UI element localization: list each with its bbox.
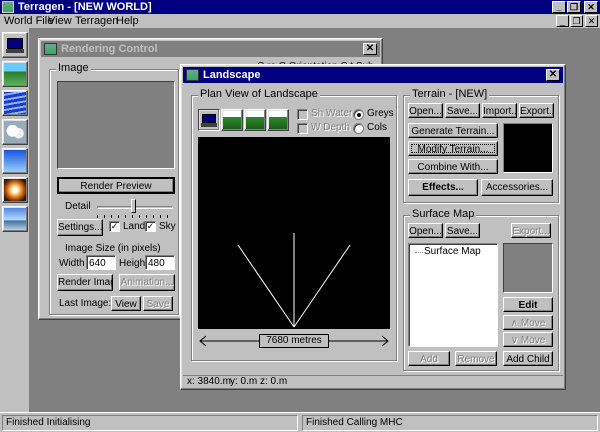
land-label: Land xyxy=(123,221,146,232)
surface-map-group-title: Surface Map xyxy=(410,208,477,220)
sky-checkbox[interactable]: ✓ xyxy=(145,221,156,232)
terrain-import-button[interactable]: Import... xyxy=(482,103,517,118)
sky-gradient-icon[interactable] xyxy=(2,148,28,174)
rendering-control-icon xyxy=(44,43,57,55)
surface-export-button[interactable]: Export... xyxy=(511,223,551,238)
mdi-minimize-button[interactable]: _ xyxy=(556,15,569,27)
status-z: z: 0.m xyxy=(260,376,288,387)
landscape-view-icon[interactable] xyxy=(2,32,28,58)
app-title-bar: Terragen - [NEW WORLD] _ ❐ ✕ xyxy=(0,0,600,14)
render-preview-icon[interactable] xyxy=(2,206,28,232)
plan-view-canvas[interactable] xyxy=(198,137,390,329)
app-title: Terragen - [NEW WORLD] xyxy=(18,1,152,13)
add-child-button[interactable]: Add Child xyxy=(503,351,553,366)
width-input[interactable]: 640 xyxy=(86,255,116,270)
plan-view-icon[interactable] xyxy=(198,109,220,131)
image-preview xyxy=(57,81,175,169)
view-last-image-button[interactable]: View xyxy=(111,296,141,311)
land-checkbox[interactable]: ✓ xyxy=(109,221,120,232)
shaded-view-2-icon[interactable] xyxy=(244,109,266,131)
sh-water-label: Sh Water xyxy=(311,108,353,119)
landscape-close-button[interactable]: ✕ xyxy=(546,69,560,81)
rendering-control-close-button[interactable]: ✕ xyxy=(363,43,377,55)
surface-open-button[interactable]: Open... xyxy=(408,223,443,238)
combine-with-button[interactable]: Combine With... xyxy=(408,159,498,174)
surface-save-button[interactable]: Save... xyxy=(445,223,480,238)
rendering-control-title: Rendering Control xyxy=(61,43,158,55)
cols-label: Cols xyxy=(367,122,388,133)
detail-slider-thumb[interactable] xyxy=(131,199,136,213)
cols-radio[interactable] xyxy=(353,123,364,134)
menu-terragen[interactable]: Terragen xyxy=(75,14,118,28)
sky-label: Sky xyxy=(159,221,176,232)
plan-view-group-title: Plan View of Landscape xyxy=(198,88,320,100)
terrain-group-title: Terrain - [NEW] xyxy=(410,88,490,100)
rendering-control-title-bar: Rendering Control ✕ xyxy=(41,41,380,57)
shaded-view-1-icon[interactable] xyxy=(221,109,243,131)
detail-slider-ticks xyxy=(97,215,173,218)
landscape-status-bar: x: 3840.m y: 0.m z: 0.m xyxy=(183,375,563,388)
menu-help[interactable]: Help xyxy=(116,14,139,28)
status-y: y: 0.m xyxy=(230,376,258,387)
mdi-restore-button[interactable]: ❐ xyxy=(570,15,583,27)
render-preview-button[interactable]: Render Preview xyxy=(57,177,175,194)
height-label: Height xyxy=(119,258,148,269)
accessories-button[interactable]: Accessories... xyxy=(481,179,553,196)
greys-label: Greys xyxy=(367,108,394,119)
status-right: Finished Calling MHC xyxy=(302,415,598,431)
settings-button[interactable]: Settings... xyxy=(57,219,103,236)
landscape-window-icon xyxy=(186,69,199,81)
landscape-title: Landscape xyxy=(203,69,261,81)
width-label: Width xyxy=(59,258,85,269)
effects-button[interactable]: Effects... xyxy=(408,179,478,196)
animation-button[interactable]: Animation... xyxy=(119,274,175,291)
menu-bar: World File View Terragen Help _ ❐ ✕ xyxy=(0,14,600,28)
sh-water-checkbox[interactable] xyxy=(297,109,308,120)
landscape-window: Landscape ✕ Plan View of Landscape Sh Wa… xyxy=(180,64,566,390)
surface-remove-button[interactable]: Remove xyxy=(455,351,497,366)
terrain-mountains-icon[interactable] xyxy=(2,61,28,87)
mdi-close-button[interactable]: ✕ xyxy=(585,15,598,27)
app-icon xyxy=(2,1,14,13)
left-toolbar xyxy=(0,28,30,412)
scale-label: 7680 metres xyxy=(259,334,329,348)
terrain-open-button[interactable]: Open... xyxy=(408,103,443,118)
clouds-icon[interactable] xyxy=(2,119,28,145)
sun-icon[interactable] xyxy=(2,177,28,203)
menu-world-file[interactable]: World File xyxy=(4,14,53,28)
move-down-button[interactable]: ∨ Move xyxy=(503,332,553,347)
minimize-button[interactable]: _ xyxy=(552,1,566,13)
tree-connector xyxy=(415,252,423,253)
w-depth-label: W Depth xyxy=(311,122,350,133)
shaded-view-3-icon[interactable] xyxy=(267,109,289,131)
move-up-button[interactable]: ∧ Move xyxy=(503,315,553,330)
modify-terrain-button[interactable]: Modify Terrain... xyxy=(408,141,498,156)
landscape-title-bar: Landscape ✕ xyxy=(183,67,563,83)
save-last-image-button[interactable]: Save xyxy=(143,296,173,311)
surface-tree[interactable]: Surface Map xyxy=(408,243,498,347)
surface-edit-button[interactable]: Edit xyxy=(503,297,553,312)
status-x: x: 3840.m xyxy=(187,376,231,387)
height-input[interactable]: 480 xyxy=(145,255,175,270)
main-status-bar: Finished Initialising Finished Calling M… xyxy=(0,412,600,432)
generate-terrain-button[interactable]: Generate Terrain... xyxy=(408,123,498,138)
terrain-export-button[interactable]: Export... xyxy=(519,103,554,118)
greys-radio[interactable] xyxy=(353,109,364,120)
detail-label: Detail xyxy=(65,201,91,212)
menu-view[interactable]: View xyxy=(48,14,72,28)
status-left: Finished Initialising xyxy=(2,415,298,431)
tree-item-surface-map[interactable]: Surface Map xyxy=(424,246,481,257)
image-group-title: Image xyxy=(56,62,91,74)
image-size-label: Image Size (in pixels) xyxy=(65,243,161,254)
surface-preview xyxy=(503,243,553,293)
close-button[interactable]: ✕ xyxy=(584,1,598,13)
terrain-preview xyxy=(503,123,553,173)
w-depth-checkbox[interactable] xyxy=(297,123,308,134)
render-image-button[interactable]: Render Image xyxy=(57,274,113,291)
water-icon[interactable] xyxy=(2,90,28,116)
terrain-save-button[interactable]: Save... xyxy=(445,103,480,118)
maximize-button[interactable]: ❐ xyxy=(567,1,581,13)
surface-add-button[interactable]: Add xyxy=(408,351,450,366)
last-image-label: Last Image: xyxy=(59,298,112,309)
